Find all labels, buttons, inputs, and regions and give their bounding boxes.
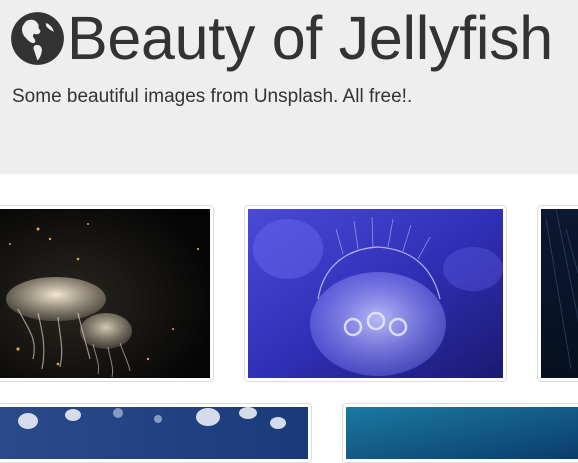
title-row: Beauty of Jellyfish (10, 5, 553, 71)
header-jumbotron: Beauty of Jellyfish Some beautiful image… (0, 0, 578, 174)
globe-icon (11, 11, 64, 65)
page-subtitle: Some beautiful images from Unsplash. All… (12, 86, 413, 107)
page-title: Beauty of Jellyfish (67, 4, 553, 72)
jellyfish-image (248, 209, 503, 378)
jellyfish-image (0, 209, 210, 378)
gallery-image-5[interactable] (342, 403, 578, 463)
gallery-image-2[interactable] (244, 205, 507, 382)
jellyfish-image (0, 407, 308, 459)
gallery-image-1[interactable] (0, 205, 214, 382)
gallery-image-4[interactable] (0, 403, 312, 463)
ocean-image (541, 209, 578, 378)
ocean-image (346, 407, 578, 459)
gallery-image-3[interactable] (537, 205, 578, 382)
